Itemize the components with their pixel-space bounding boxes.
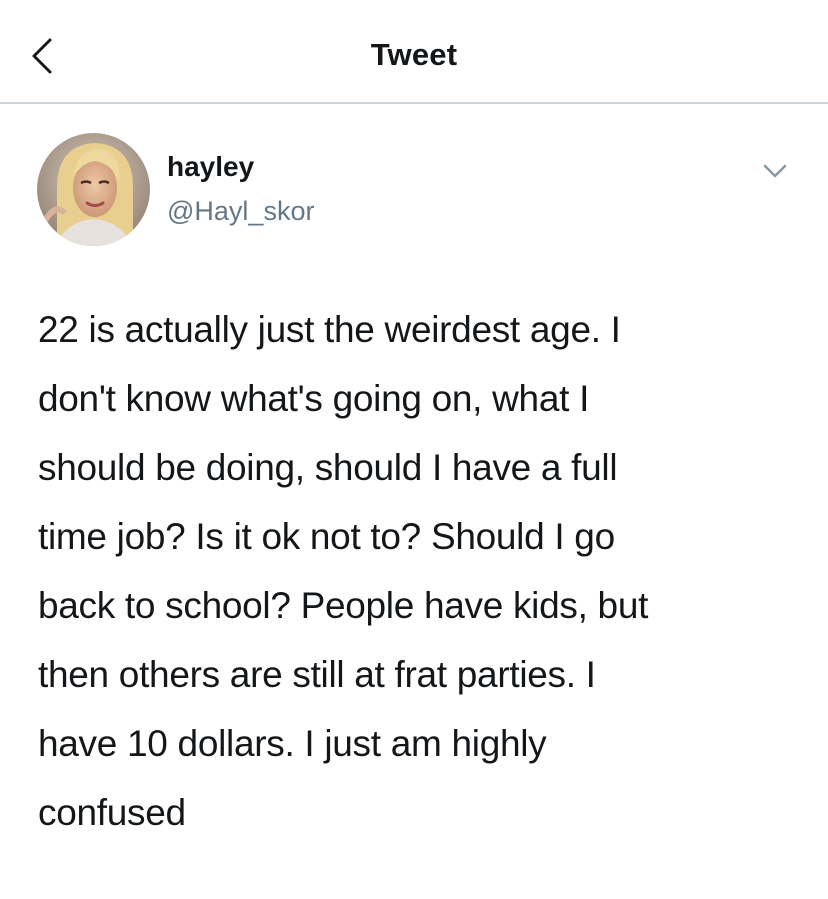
tweet-line: 22 is actually just the weirdest age. I [38, 309, 621, 350]
tweet-line: back to school? People have kids, but [38, 585, 649, 626]
chevron-down-icon [763, 164, 787, 178]
tweet-line: don't know what's going on, what I [38, 378, 590, 419]
page-title: Tweet [370, 37, 458, 72]
tweet-line: should be doing, should I have a full [38, 447, 618, 488]
tweet-line: time job? Is it ok not to? Should I go [38, 516, 615, 557]
author-handle[interactable]: @Hayl_skor [167, 196, 314, 227]
top-bar: Tweet [0, 0, 828, 104]
profile-photo [37, 133, 150, 246]
tweet-line: confused [38, 792, 186, 833]
tweet-line: have 10 dollars. I just am highly [38, 723, 547, 764]
tweet-menu-button[interactable] [759, 155, 791, 187]
tweet-text: 22 is actually just the weirdest age. I … [38, 295, 798, 847]
avatar[interactable] [37, 133, 150, 246]
tweet-line: then others are still at frat parties. I [38, 654, 596, 695]
author-display-name[interactable]: hayley [167, 151, 254, 183]
